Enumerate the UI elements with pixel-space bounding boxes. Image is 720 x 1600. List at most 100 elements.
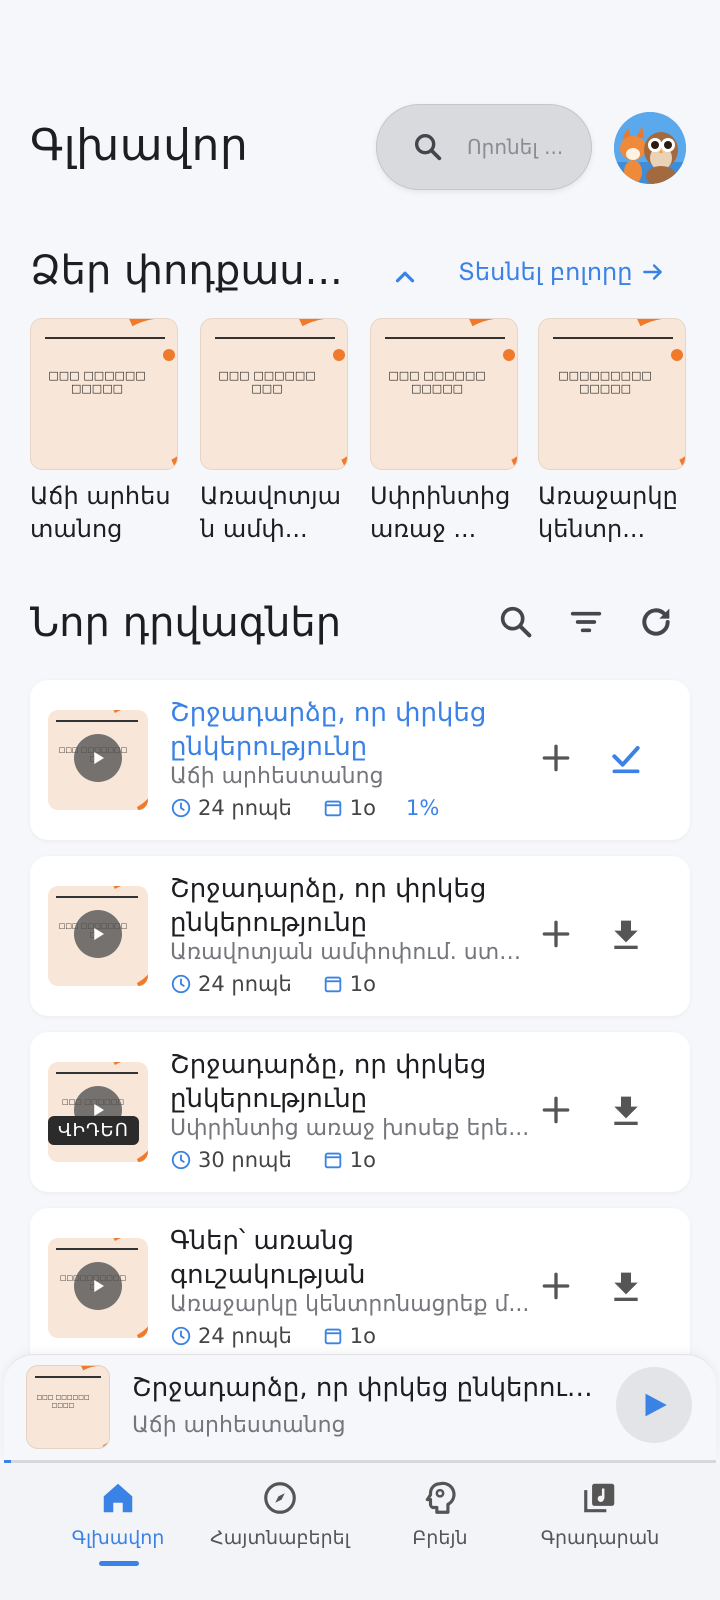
play-icon — [645, 1393, 667, 1417]
home-icon — [103, 1483, 133, 1513]
episode-podcast: Աճի արհեստանոց — [170, 764, 384, 789]
clock-icon — [171, 1150, 191, 1170]
episode-title: Շրջադարձը, որ փրկեց ընկերությունը — [170, 1050, 487, 1114]
episode-card[interactable]: □□□ □□□□□□□□ Շրջադարձը, որ փրկեց ընկերու… — [30, 856, 690, 1016]
mini-player[interactable]: □□□ □□□□□□□□□□ Շրջադարձը, որ փրկեց ընկեր… — [4, 1354, 716, 1460]
nav-label: Գրադարան — [540, 1527, 660, 1549]
nav-item-home[interactable]: Գլխավոր — [28, 1479, 208, 1549]
episode-cover: □□□ □□□□□□ — [48, 1062, 148, 1162]
add-to-queue-icon[interactable] — [536, 738, 576, 778]
episode-meta: 24 րոպե 1օ — [170, 972, 406, 996]
play-button[interactable] — [74, 910, 122, 958]
nav-label: Գլխավոր — [71, 1527, 165, 1549]
nav-item-brain[interactable]: Բրեյն — [350, 1479, 530, 1549]
search-icon — [414, 133, 442, 161]
calendar-icon — [324, 1152, 342, 1169]
cover-text: □□□ □□□□□□□□□□□ — [388, 369, 486, 395]
episode-progress: 1% — [405, 796, 440, 820]
nav-active-indicator — [99, 1561, 139, 1566]
see-all-label: Տեսնել բոլորը — [458, 258, 633, 286]
see-all-link[interactable]: Տեսնել բոլորը — [458, 258, 666, 286]
episode-date: 1օ — [349, 972, 376, 996]
episode-title: Շրջադարձը, որ փրկեց ընկերությունը — [170, 874, 487, 938]
fox-owl-avatar-icon — [614, 112, 686, 184]
podcast-cover: □□□ □□□□□□□□□□□ — [370, 318, 518, 470]
page-title: Գլխավոր — [30, 120, 249, 171]
episode-date: 1օ — [349, 1148, 376, 1172]
player-play-button[interactable] — [616, 1367, 692, 1443]
clock-icon — [171, 798, 191, 818]
podcast-card[interactable]: □□□ □□□□□□□□□□□ Սփրինտից առաջ ... — [370, 318, 518, 546]
podcast-card[interactable]: □□□ □□□□□□□□□□□ Աճի արհեստանոց — [30, 318, 178, 546]
add-to-queue-icon[interactable] — [536, 914, 576, 954]
episode-card[interactable]: □□□□□□□□□□□ Գներ՝ առանց գուշակության Առա… — [30, 1208, 690, 1368]
avatar[interactable] — [614, 112, 686, 184]
refresh-icon[interactable] — [636, 602, 676, 642]
top-app-bar: Գլխավոր Որոնել ... — [0, 100, 720, 200]
new-episodes-title: Նոր դրվագներ — [30, 600, 342, 646]
subscriptions-title: Ձեր փոդքաս... — [30, 248, 343, 294]
episode-cover: □□□□□□□□□□□ — [48, 1238, 148, 1338]
play-icon — [94, 1280, 104, 1292]
episode-meta: 24 րոպե 1օ 1% — [170, 796, 469, 820]
search-placeholder: Որոնել ... — [467, 135, 564, 159]
episode-title: Գներ՝ առանց գուշակության — [170, 1226, 366, 1290]
nav-item-library[interactable]: Գրադարան — [510, 1479, 690, 1549]
add-to-queue-icon[interactable] — [536, 1266, 576, 1306]
podcast-cover: □□□ □□□□□□□□□ — [200, 318, 348, 470]
podcast-name: Առավոտյան ամփ... — [200, 482, 342, 543]
episode-meta: 24 րոպե 1օ — [170, 1324, 406, 1348]
filter-icon[interactable] — [566, 602, 606, 642]
clock-icon — [171, 974, 191, 994]
cover-text: □□□□□□□□□□□□□□ — [558, 369, 652, 395]
episode-date: 1օ — [349, 796, 376, 820]
compass-icon — [264, 1482, 296, 1514]
bottom-navigation: Գլխավոր Հայտնաբերել Բրեյն Գրադարան — [0, 1463, 720, 1600]
cover-text: □□□ □□□□□□□□□□□ — [48, 369, 146, 395]
episode-duration: 24 րոպե — [198, 1324, 292, 1348]
calendar-icon — [324, 976, 342, 993]
episode-podcast: Սփրինտից առաջ խոսեք երե... — [170, 1116, 530, 1141]
podcast-card[interactable]: □□□□□□□□□□□□□□ Առաջարկը կենտր... — [538, 318, 686, 546]
calendar-icon — [324, 800, 342, 817]
download-icon[interactable] — [606, 914, 646, 954]
download-icon[interactable] — [606, 1266, 646, 1306]
played-check-icon[interactable] — [606, 738, 646, 778]
episode-duration: 24 րոպե — [198, 796, 292, 820]
player-title: Շրջադարձը, որ փրկեց ընկերությունը — [132, 1373, 602, 1403]
nav-item-discover[interactable]: Հայտնաբերել — [190, 1479, 370, 1549]
subscriptions-carousel[interactable]: □□□ □□□□□□□□□□□ Աճի արհեստանոց □□□ □□□□□… — [30, 318, 720, 548]
episode-podcast: Առաջարկը կենտրոնացրեք մ... — [170, 1292, 530, 1317]
play-button[interactable] — [74, 734, 122, 782]
add-to-queue-icon[interactable] — [536, 1090, 576, 1130]
podcast-name: Աճի արհեստանոց — [30, 482, 171, 543]
chevron-up-icon[interactable] — [390, 262, 420, 292]
episode-cover: □□□ □□□□□□□□ — [48, 886, 148, 986]
search-bar[interactable]: Որոնել ... — [376, 104, 592, 190]
nav-label: Հայտնաբերել — [210, 1527, 350, 1549]
brain-icon — [425, 1481, 456, 1514]
podcast-name: Առաջարկը կենտր... — [538, 482, 678, 543]
podcast-cover: □□□□□□□□□□□□□□ — [538, 318, 686, 470]
episode-card[interactable]: □□□ □□□□□□□□ Շրջադարձը, որ փրկեց ընկերու… — [30, 680, 690, 840]
player-podcast: Աճի արհեստանոց — [132, 1413, 346, 1438]
download-icon[interactable] — [606, 1090, 646, 1130]
clock-icon — [171, 1326, 191, 1346]
nav-label: Բրեյն — [412, 1527, 468, 1549]
search-icon[interactable] — [496, 602, 536, 642]
play-icon — [94, 752, 104, 764]
episode-card[interactable]: □□□ □□□□□□ ՎԻԴԵՈ Շրջադարձը, որ փրկեց ընկ… — [30, 1032, 690, 1192]
episode-meta: 30 րոպե 1օ — [170, 1148, 406, 1172]
episode-duration: 24 րոպե — [198, 972, 292, 996]
cover-text: □□□ □□□□□□□□□ — [218, 369, 316, 395]
video-badge: ՎԻԴԵՈ — [48, 1116, 139, 1145]
cover-text: □□□ □□□□□□□□□□ — [36, 1394, 90, 1409]
play-icon — [94, 928, 104, 940]
episode-title: Շրջադարձը, որ փրկեց ընկերությունը — [170, 698, 487, 762]
play-button[interactable] — [74, 1262, 122, 1310]
calendar-icon — [324, 1328, 342, 1345]
library-icon — [584, 1483, 615, 1513]
podcast-card[interactable]: □□□ □□□□□□□□□ Առավոտյան ամփ... — [200, 318, 348, 546]
podcast-name: Սփրինտից առաջ ... — [370, 482, 511, 543]
episode-date: 1օ — [349, 1324, 376, 1348]
